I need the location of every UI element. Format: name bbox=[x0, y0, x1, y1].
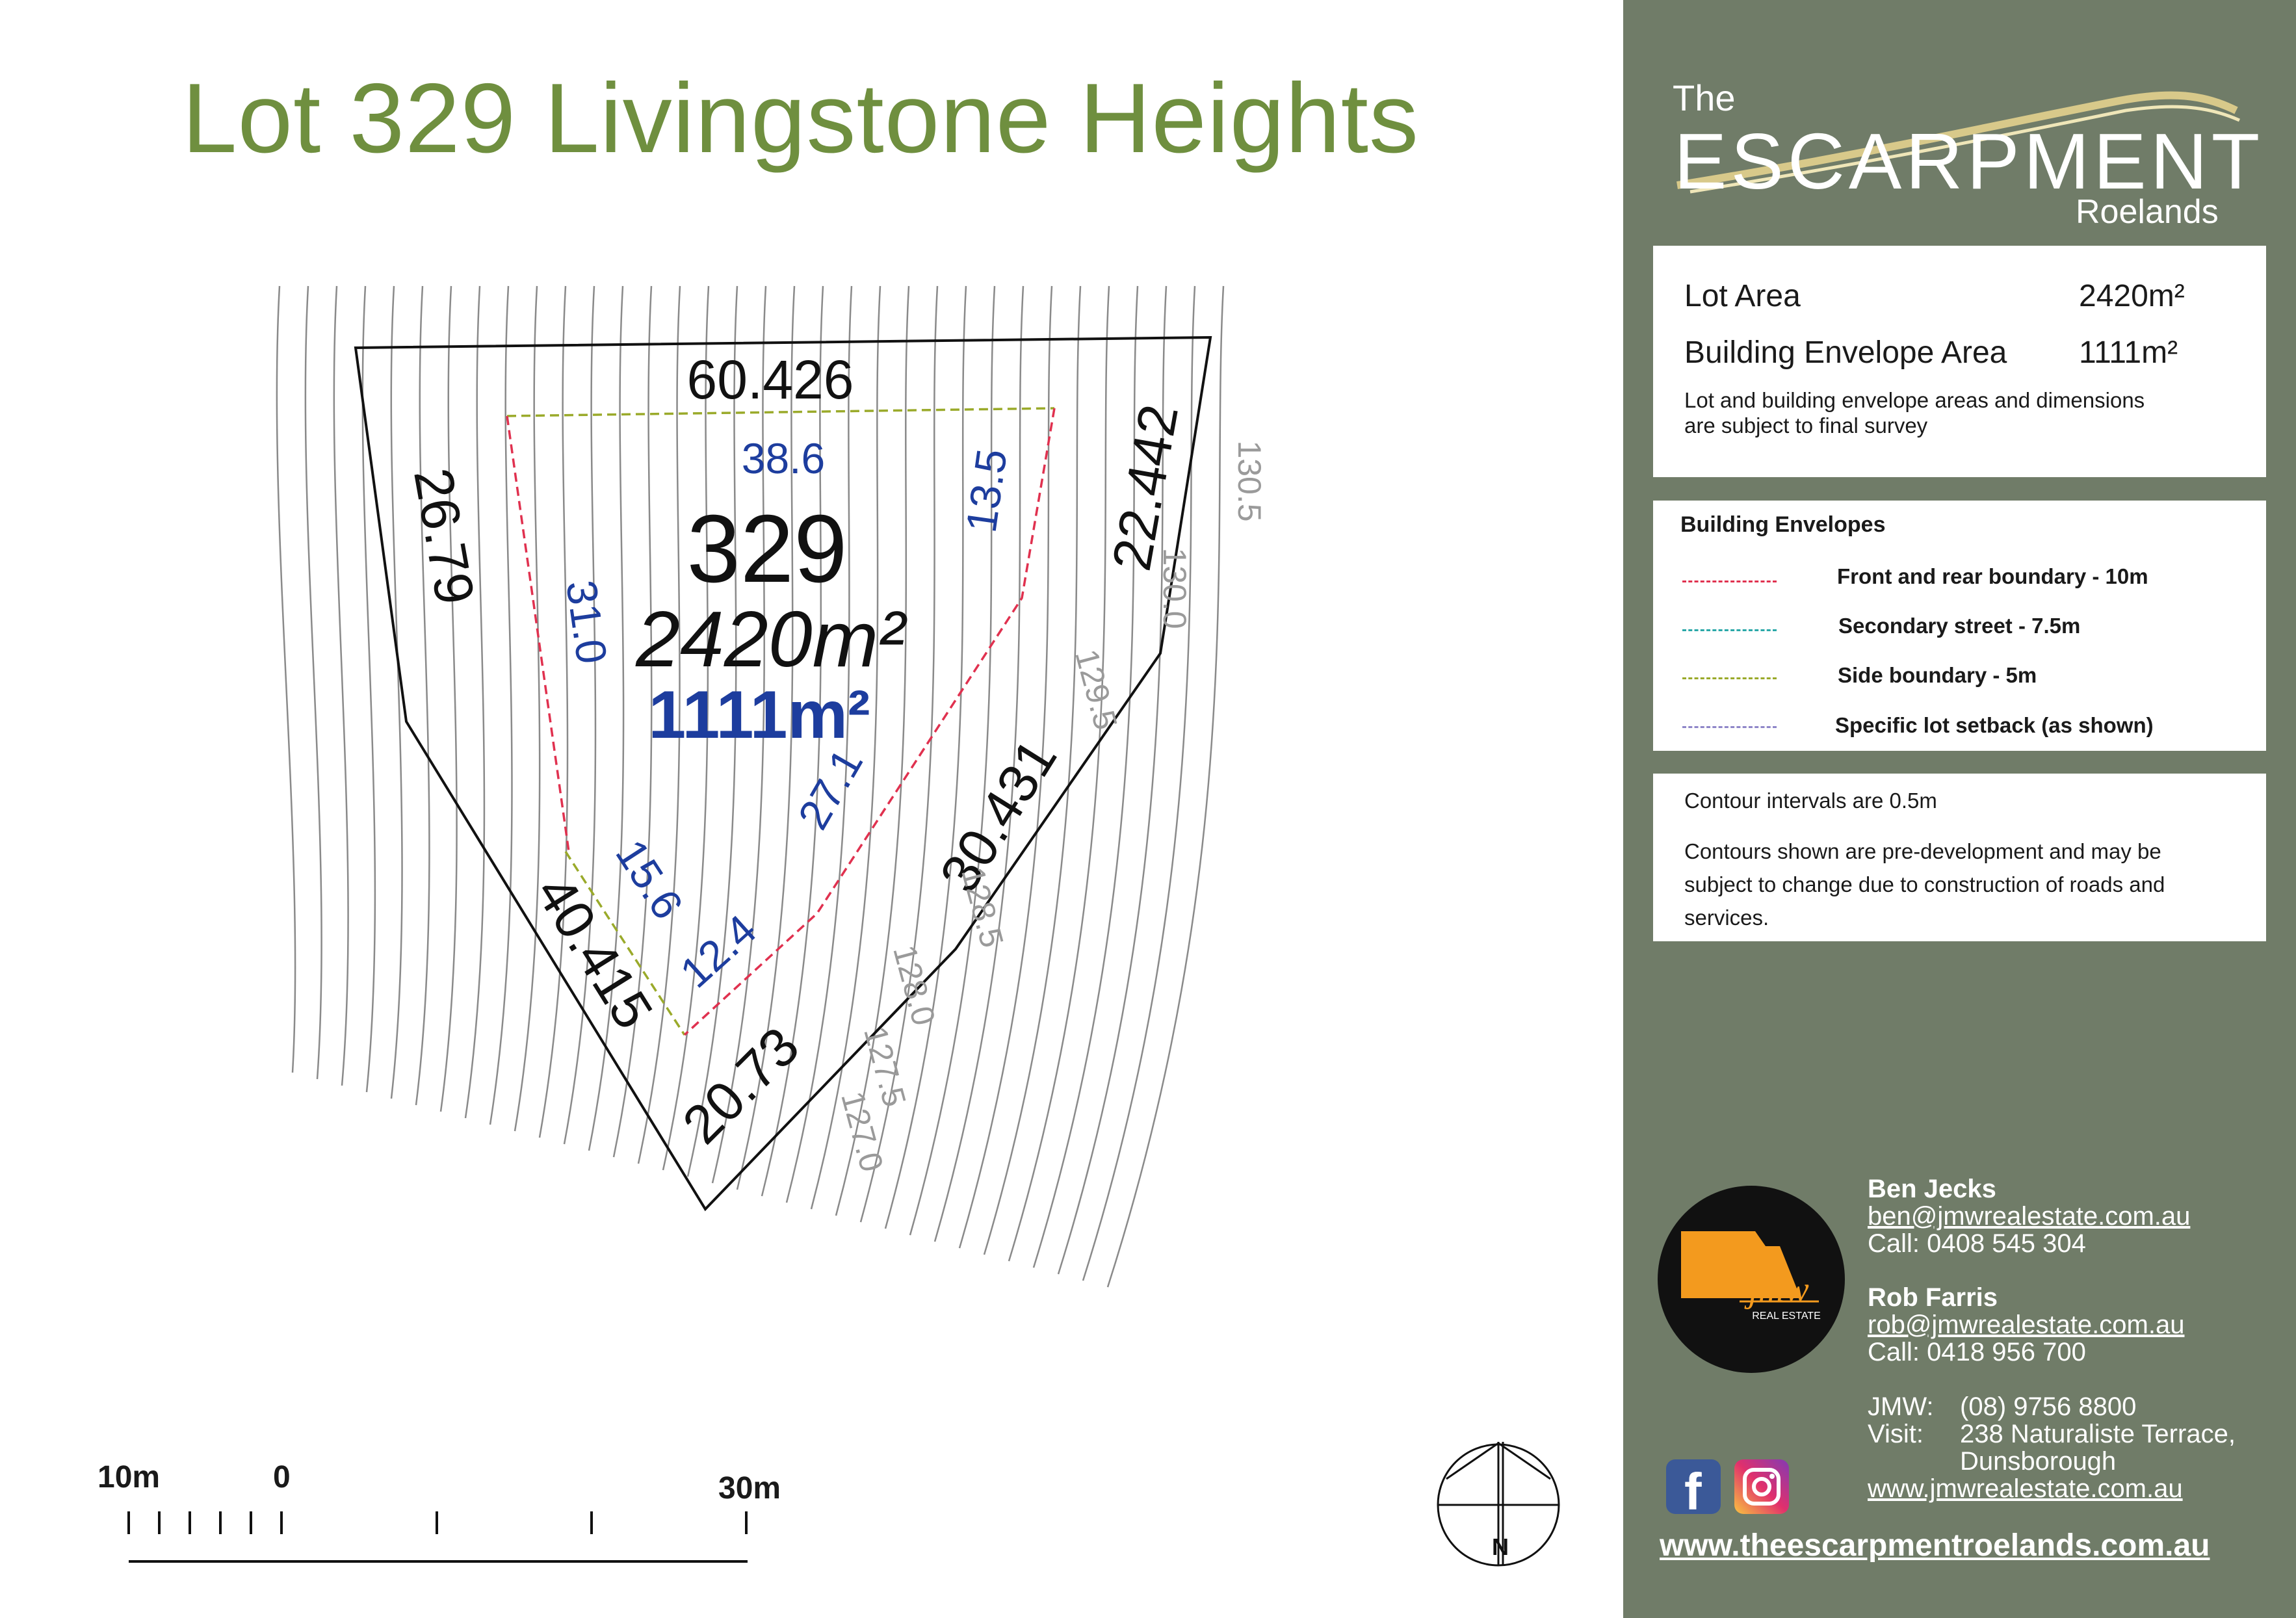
scale-label: 0 bbox=[273, 1460, 291, 1494]
office-phone: (08) 9756 8800 bbox=[1960, 1392, 2137, 1421]
north-label: N bbox=[1492, 1533, 1509, 1560]
legend-swatch bbox=[1682, 581, 1777, 582]
lot-area-value: 2420m² bbox=[2079, 279, 2185, 313]
facebook-glyph: f bbox=[1684, 1463, 1702, 1520]
legend-label: Specific lot setback (as shown) bbox=[1835, 713, 2154, 737]
contour-note-line: services. bbox=[1684, 906, 1769, 930]
agency-logo-sub: REAL ESTATE bbox=[1752, 1311, 1821, 1322]
legend-label: Secondary street - 7.5m bbox=[1838, 614, 2081, 638]
legend-swatch bbox=[1682, 629, 1777, 631]
lot-number: 329 bbox=[687, 495, 848, 603]
scale-label: 10m bbox=[98, 1460, 161, 1494]
contour-line bbox=[390, 285, 403, 1099]
contour-line bbox=[489, 285, 513, 1125]
contour-note-line: Contours shown are pre-development and m… bbox=[1684, 839, 2161, 863]
legend-label: Front and rear boundary - 10m bbox=[1837, 564, 2148, 588]
legend-swatch bbox=[1682, 677, 1777, 679]
contour-line bbox=[333, 285, 349, 1086]
contour-note-line: subject to change due to construction of… bbox=[1684, 872, 2165, 896]
instagram-icon[interactable] bbox=[1734, 1459, 1789, 1514]
scale-label: 30m bbox=[718, 1471, 781, 1506]
legend-swatch bbox=[1682, 726, 1777, 728]
brand-the: The bbox=[1673, 77, 1736, 118]
contact-phone: Call: 0408 545 304 bbox=[1868, 1229, 2086, 1258]
survey-note-line: are subject to final survey bbox=[1684, 413, 1928, 437]
contour-note-box: Contour intervals are 0.5m Contours show… bbox=[1653, 774, 2266, 941]
lot-plan: 60.426 26.79 22.442 30.431 20.73 40.415 … bbox=[127, 285, 1560, 1567]
contour-line bbox=[439, 285, 458, 1112]
contour-label: 129.5 bbox=[1068, 646, 1124, 733]
legend-title: Building Envelopes bbox=[1680, 512, 1886, 537]
contour-line bbox=[514, 285, 541, 1132]
facebook-icon[interactable]: f bbox=[1666, 1459, 1721, 1520]
area-summary-box: Lot Area 2420m² Building Envelope Area 1… bbox=[1653, 246, 2266, 477]
contour-line bbox=[415, 285, 430, 1106]
contour-line bbox=[276, 285, 296, 1073]
setback-label: 12.4 bbox=[671, 905, 765, 997]
boundary-label: 60.426 bbox=[687, 349, 854, 410]
office-address: Dunsborough bbox=[1960, 1447, 2117, 1476]
brand-place: Roelands bbox=[2076, 193, 2219, 231]
scale-bar bbox=[127, 1511, 748, 1563]
contact-phone: Call: 0418 956 700 bbox=[1868, 1338, 2086, 1366]
front-rear-envelope bbox=[506, 415, 570, 852]
agency-logo-name: jmw bbox=[1744, 1270, 1808, 1310]
contour-line bbox=[538, 285, 569, 1138]
contour-line bbox=[909, 285, 996, 1236]
contact-name: Ben Jecks bbox=[1868, 1175, 1996, 1203]
survey-note-line: Lot and building envelope areas and dime… bbox=[1684, 388, 2145, 412]
contour-label: 130.0 bbox=[1156, 547, 1193, 629]
setback-label: 13.5 bbox=[957, 446, 1016, 536]
legend-label: Side boundary - 5m bbox=[1838, 663, 2037, 687]
setback-label: 38.6 bbox=[742, 434, 825, 482]
contact-name: Rob Farris bbox=[1868, 1283, 1998, 1312]
lot-area-label: Lot Area bbox=[1684, 279, 1801, 313]
lot-area-label: 2420m² bbox=[635, 595, 907, 683]
contour-line bbox=[464, 285, 486, 1119]
contour-line bbox=[304, 285, 322, 1080]
office-visit-label: Visit: bbox=[1868, 1420, 1924, 1448]
contour-label: 130.5 bbox=[1231, 440, 1268, 521]
agency-website-link[interactable]: www.jmwrealestate.com.au bbox=[1868, 1475, 2183, 1502]
envelope-area-label: Building Envelope Area bbox=[1684, 335, 2007, 370]
camera-icon bbox=[1743, 1468, 1781, 1506]
envelope-area-value: 1111m² bbox=[2079, 335, 2178, 370]
contour-note-line: Contour intervals are 0.5m bbox=[1684, 789, 1937, 813]
office-address: 238 Naturaliste Terrace, bbox=[1960, 1420, 2236, 1448]
office-phone-label: JMW: bbox=[1868, 1392, 1934, 1421]
boundary-label: 26.79 bbox=[402, 463, 486, 608]
escarpment-website-link[interactable]: www.theescarpmentroelands.com.au bbox=[1660, 1528, 2210, 1563]
contact-email-link[interactable]: rob@jmwrealestate.com.au bbox=[1868, 1311, 2184, 1338]
contact-email-link[interactable]: ben@jmwrealestate.com.au bbox=[1868, 1203, 2190, 1230]
jmw-logo: jmw REAL ESTATE bbox=[1658, 1186, 1845, 1373]
contour-label: 128.0 bbox=[886, 941, 942, 1029]
legend-box: Building Envelopes Front and rear bounda… bbox=[1653, 501, 2266, 751]
setback-label: 27.1 bbox=[789, 740, 872, 837]
envelope-area-label: 1111m² bbox=[648, 677, 870, 753]
